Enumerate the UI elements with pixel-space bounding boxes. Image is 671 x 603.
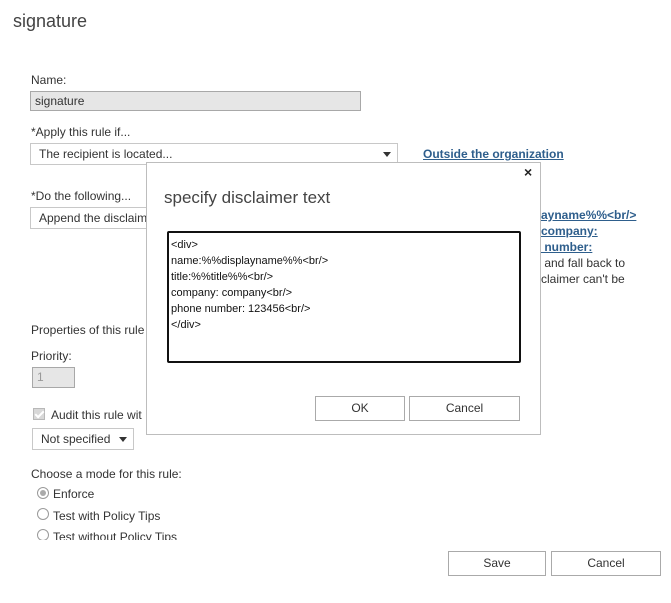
editor-line: </div> <box>171 319 201 331</box>
save-button[interactable]: Save <box>448 551 546 576</box>
priority-field[interactable]: 1 <box>32 367 75 388</box>
fallback-text-line-1: and fall back to <box>541 256 626 270</box>
editor-line: title:%%title%%<br/> <box>171 271 274 283</box>
mode-enforce-label: Enforce <box>53 487 95 501</box>
do-following-label: *Do the following... <box>31 189 132 203</box>
disclaimer-text-link[interactable]: ayname%%<br/> <box>541 208 636 222</box>
apply-rule-select-value: The recipient is located... <box>39 147 173 161</box>
mode-test-tips-label: Test with Policy Tips <box>53 509 161 523</box>
properties-label: Properties of this rule: <box>31 323 145 337</box>
dialog-ok-button[interactable]: OK <box>315 396 405 421</box>
mode-test-no-tips-radio[interactable] <box>37 529 49 540</box>
outside-organization-link[interactable]: Outside the organization <box>423 147 564 161</box>
name-label: Name: <box>31 73 67 87</box>
close-icon[interactable]: × <box>524 164 532 180</box>
mode-test-no-tips-row: Test without Policy Tips <box>30 527 230 540</box>
do-following-select[interactable]: Append the disclaim <box>30 207 150 229</box>
mode-test-no-tips-label: Test without Policy Tips <box>53 530 178 540</box>
fallback-company-link[interactable]: company: <box>541 224 598 238</box>
dialog-cancel-button[interactable]: Cancel <box>409 396 520 421</box>
apply-rule-label: *Apply this rule if... <box>31 125 131 139</box>
editor-line: <div> <box>171 239 198 251</box>
mode-label: Choose a mode for this rule: <box>31 467 182 481</box>
audit-checkbox[interactable] <box>33 408 45 420</box>
disclaimer-text-editor[interactable]: <div> name:%%displayname%%<br/> title:%%… <box>167 231 521 363</box>
mode-test-tips-radio[interactable] <box>37 508 49 520</box>
severity-select-value: Not specified <box>41 432 111 446</box>
page-title: signature <box>13 11 88 31</box>
priority-label: Priority: <box>31 349 72 363</box>
fallback-text-line-2: claimer can't be <box>541 272 625 286</box>
editor-line: company: company<br/> <box>171 287 293 299</box>
audit-label: Audit this rule wit <box>51 408 142 422</box>
mode-enforce-radio[interactable] <box>37 487 49 499</box>
name-field[interactable]: signature <box>30 91 361 111</box>
disclaimer-dialog: × specify disclaimer text <div> name:%%d… <box>146 162 541 435</box>
do-following-select-value: Append the disclaim <box>39 211 148 225</box>
editor-line: name:%%displayname%%<br/> <box>171 255 329 267</box>
editor-line: phone number: 123456<br/> <box>171 303 311 315</box>
dialog-title: specify disclaimer text <box>164 188 331 207</box>
severity-select[interactable]: Not specified <box>32 428 134 450</box>
chevron-down-icon <box>119 437 127 442</box>
cancel-button[interactable]: Cancel <box>551 551 661 576</box>
chevron-down-icon <box>383 152 391 157</box>
fallback-number-link[interactable]: number: <box>541 240 592 254</box>
